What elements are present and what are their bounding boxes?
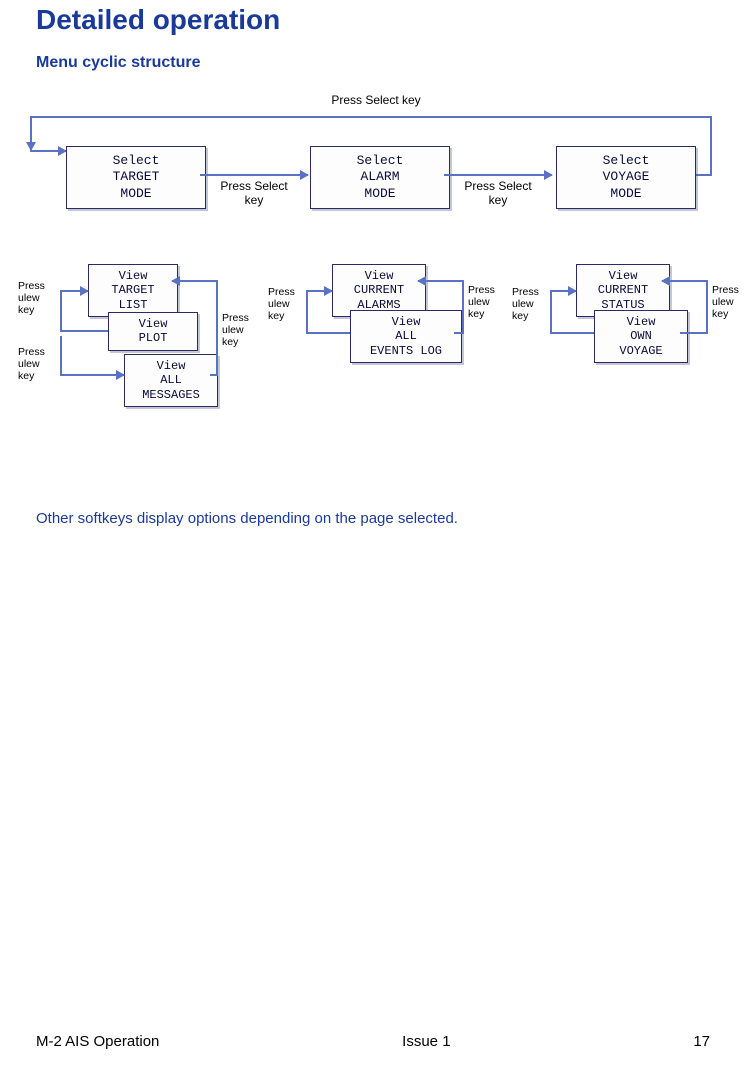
arrow-line (210, 374, 218, 376)
text: VOYAGE (599, 344, 683, 358)
label-press-select-2: Press Select key (454, 180, 542, 208)
text: MODE (71, 186, 201, 202)
text: Select (71, 153, 201, 169)
arrow-right-icon (444, 174, 552, 176)
text: MODE (315, 186, 445, 202)
text: View (581, 269, 665, 283)
box-view-all-messages: View ALL MESSAGES (124, 354, 218, 407)
text: ALL (129, 373, 213, 387)
text: TARGET (71, 169, 201, 185)
text: Select (315, 153, 445, 169)
arrow-left-icon (662, 280, 706, 282)
arrow-line (710, 116, 712, 174)
text: View (129, 359, 213, 373)
arrow-line (306, 332, 350, 334)
label-press-ulew-6: Press ulew key (512, 286, 552, 322)
text: View (355, 315, 457, 329)
text: View (113, 317, 193, 331)
box-select-voyage-mode: Select VOYAGE MODE (556, 146, 696, 209)
text: CURRENT (337, 283, 421, 297)
arrow-line (550, 332, 594, 334)
text: OWN (599, 329, 683, 343)
label-press-ulew-3: Press ulew key (222, 312, 262, 348)
box-select-target-mode: Select TARGET MODE (66, 146, 206, 209)
text: View (337, 269, 421, 283)
arrow-left-icon (172, 280, 216, 282)
text: VOYAGE (561, 169, 691, 185)
page-footer: M-2 AIS Operation Issue 1 17 (36, 1033, 710, 1050)
text: CURRENT (581, 283, 665, 297)
footer-center: Issue 1 (402, 1033, 450, 1050)
label-press-ulew-5: Press ulew key (468, 284, 508, 320)
arrow-right-icon (306, 290, 332, 292)
arrow-right-icon (30, 150, 66, 152)
text: MODE (561, 186, 691, 202)
text: PLOT (113, 331, 193, 345)
text: MESSAGES (129, 388, 213, 402)
heading-menu-cyclic-structure: Menu cyclic structure (36, 54, 710, 72)
label-press-select-1: Press Select key (210, 180, 298, 208)
arrow-line (60, 336, 62, 376)
arrow-down-icon (30, 116, 32, 150)
label-press-ulew-1: Press ulew key (18, 280, 58, 316)
label-press-ulew-7: Press ulew key (712, 284, 746, 320)
box-view-plot: View PLOT (108, 312, 198, 351)
text: ALARM (315, 169, 445, 185)
text: ALL (355, 329, 457, 343)
footer-right: 17 (693, 1033, 710, 1050)
text: LIST (93, 298, 173, 312)
box-view-target-list: View TARGET LIST (88, 264, 178, 317)
arrow-left-icon (418, 280, 462, 282)
text: Select (561, 153, 691, 169)
note-softkeys: Other softkeys display options depending… (36, 510, 710, 527)
diagram-menu-cyclic: Press Select key Select TARGET MODE Sele… (16, 94, 696, 464)
text: EVENTS LOG (355, 344, 457, 358)
arrow-line (60, 330, 108, 332)
label-press-ulew-4: Press ulew key (268, 286, 308, 322)
arrow-right-icon (200, 174, 308, 176)
arrow-line (680, 332, 708, 334)
arrow-right-icon (60, 374, 124, 376)
text: View (93, 269, 173, 283)
arrow-line (30, 116, 712, 118)
box-select-alarm-mode: Select ALARM MODE (310, 146, 450, 209)
arrow-line (462, 280, 464, 334)
arrow-right-icon (550, 290, 576, 292)
label-press-ulew-2: Press ulew key (18, 346, 58, 382)
box-view-all-events-log: View ALL EVENTS LOG (350, 310, 462, 363)
text: TARGET (93, 283, 173, 297)
arrow-line (706, 280, 708, 334)
text: View (599, 315, 683, 329)
arrow-line (216, 280, 218, 374)
label-press-select-top: Press Select key (306, 94, 446, 108)
arrow-line (454, 332, 464, 334)
arrow-right-icon (60, 290, 88, 292)
footer-left: M-2 AIS Operation (36, 1033, 159, 1050)
box-view-own-voyage: View OWN VOYAGE (594, 310, 688, 363)
arrow-line (60, 290, 62, 332)
heading-detailed-operation: Detailed operation (36, 4, 710, 36)
